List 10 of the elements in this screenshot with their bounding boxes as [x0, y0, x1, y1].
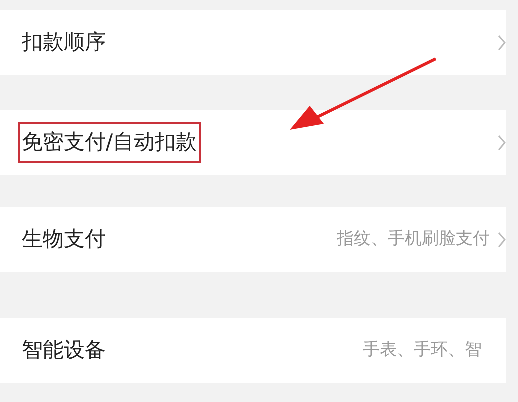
row-value: 指纹、手机刷脸支付 — [337, 228, 490, 251]
row-label: 生物支付 — [21, 226, 107, 253]
list-row[interactable]: 免密支付/自动扣款 — [0, 110, 506, 175]
list-row[interactable]: 扣款顺序 — [0, 10, 506, 75]
row-label: 免密支付/自动扣款 — [18, 122, 202, 164]
row-label: 智能设备 — [21, 336, 107, 364]
list-row[interactable]: 生物支付 指纹、手机刷脸支付 — [0, 207, 506, 272]
row-value: 手表、手环、智 — [363, 338, 482, 362]
row-label: 扣款顺序 — [21, 28, 107, 56]
list-row[interactable]: 智能设备 手表、手环、智 — [0, 318, 506, 383]
